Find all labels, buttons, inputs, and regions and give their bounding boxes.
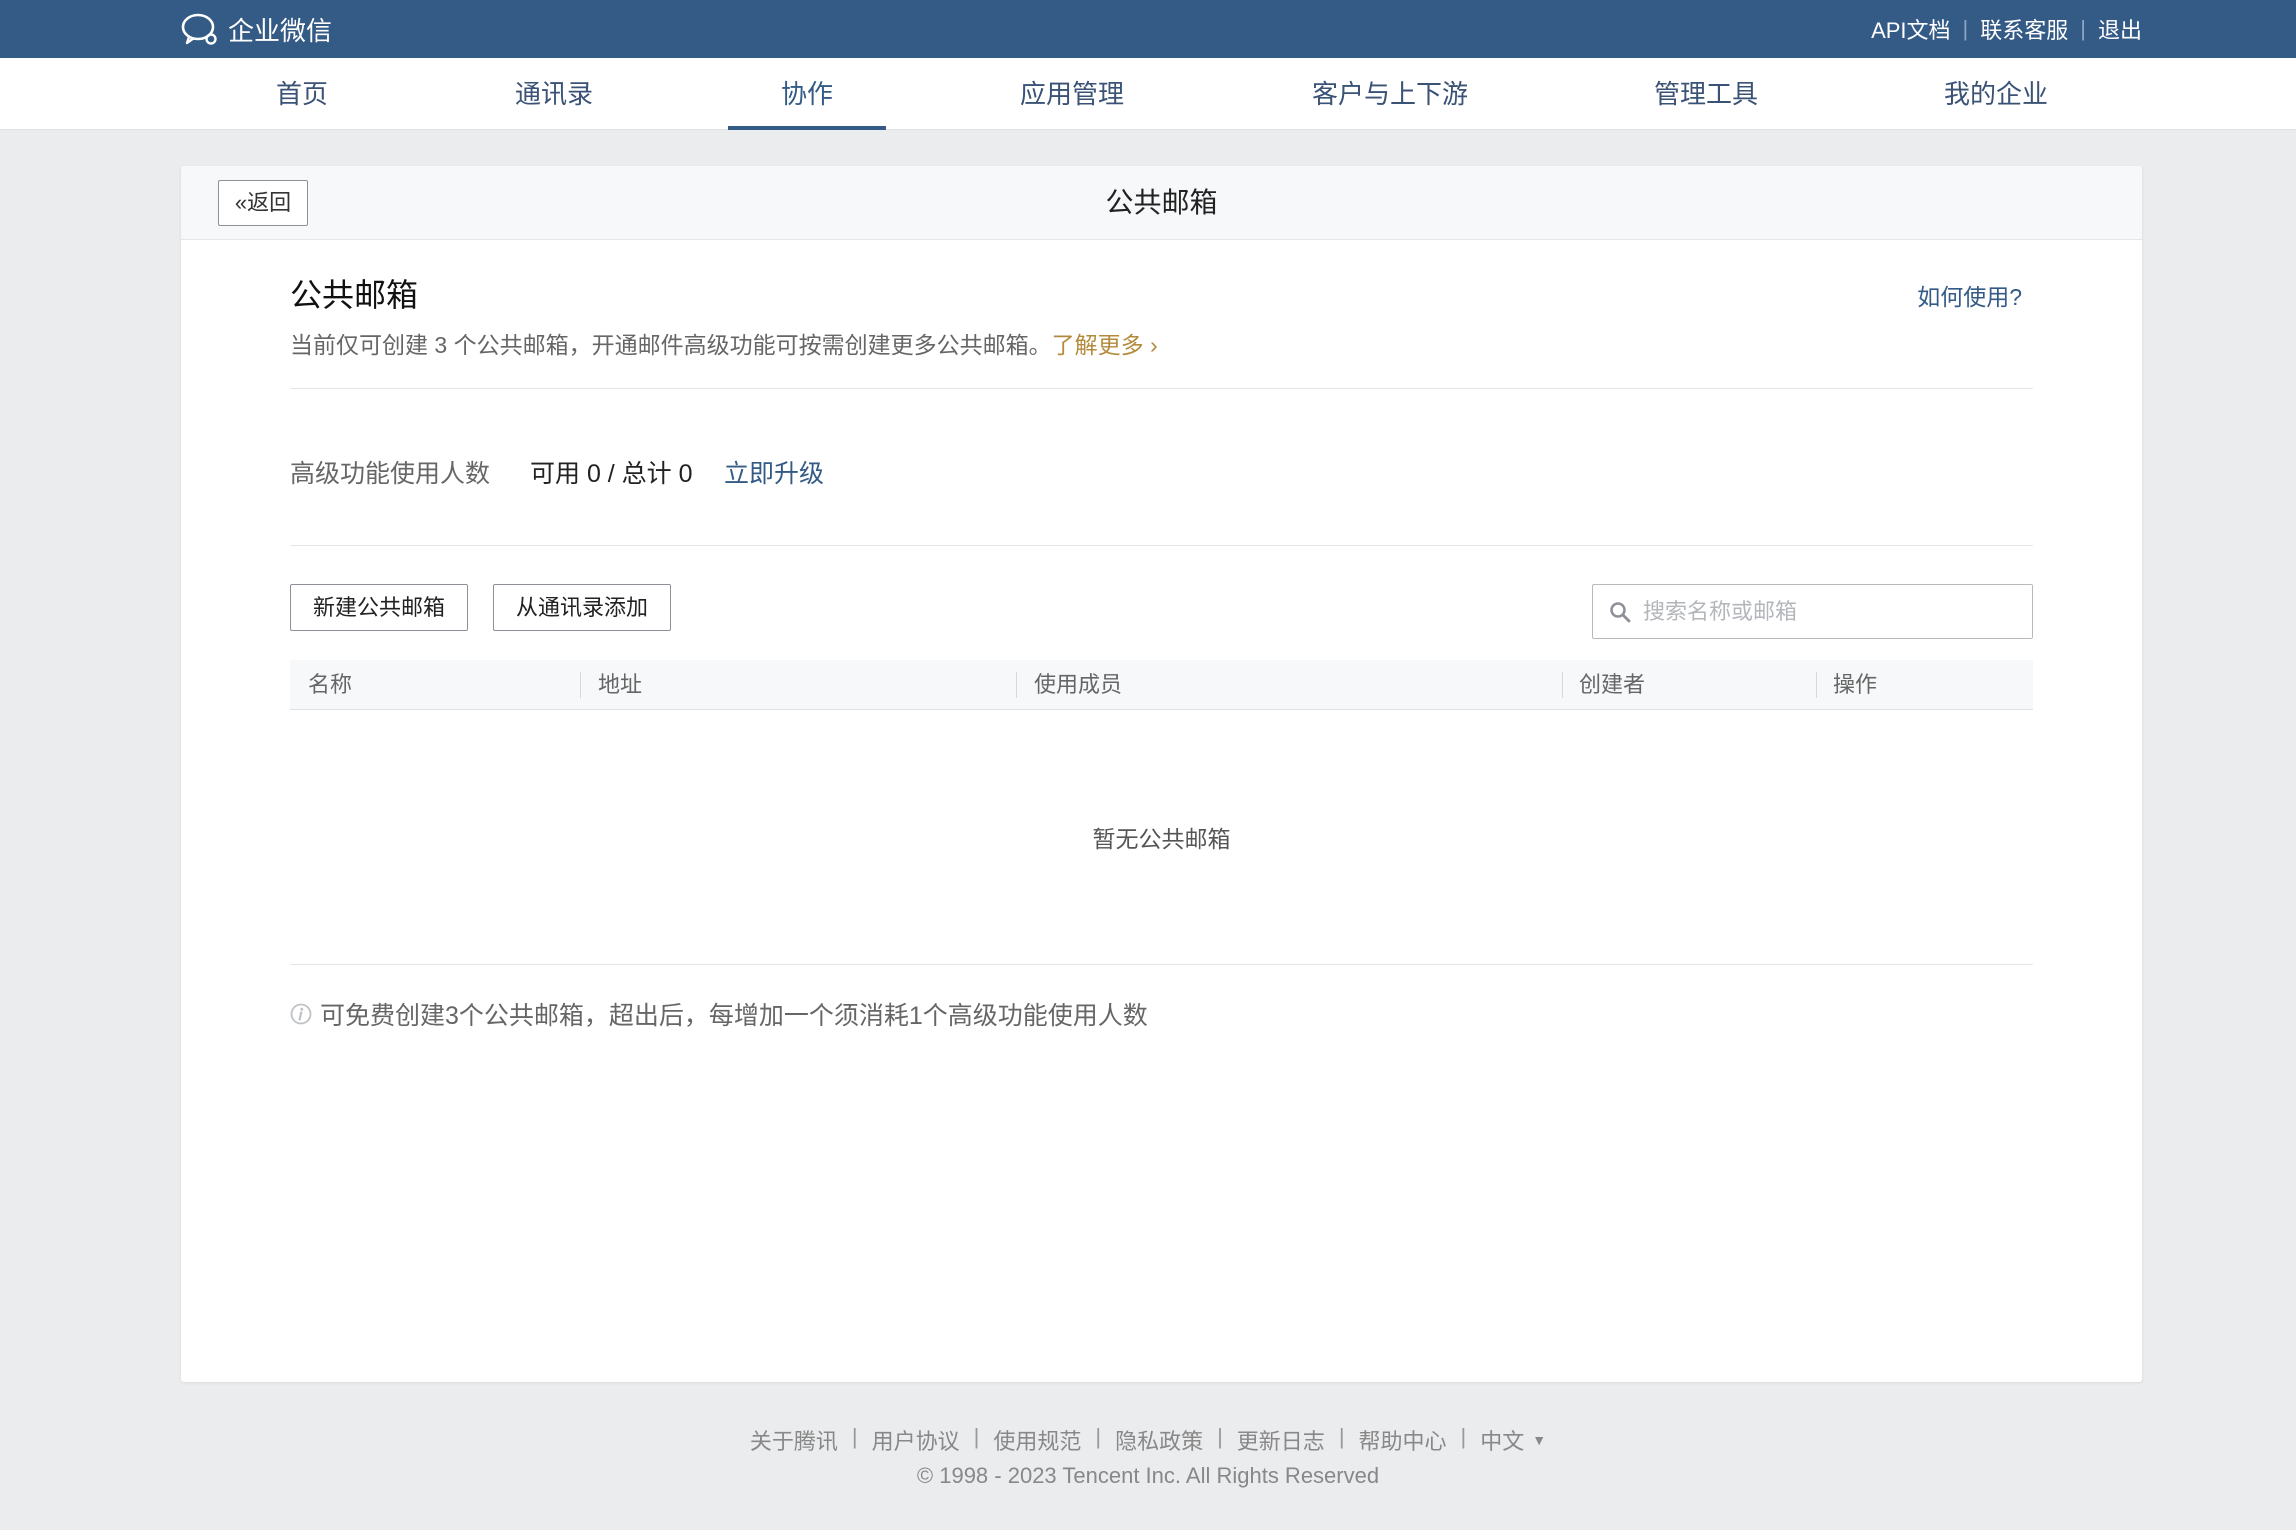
brand[interactable]: 企业微信 <box>180 12 332 46</box>
page-title: 公共邮箱 <box>1105 187 1218 218</box>
separator: | <box>1338 1424 1345 1449</box>
language-selector[interactable]: 中文 ▼ <box>1480 1424 1546 1456</box>
column-separator <box>580 672 581 698</box>
column-separator <box>1816 672 1817 698</box>
search-input[interactable] <box>1643 598 2023 625</box>
divider <box>290 388 2033 389</box>
nav-contacts[interactable]: 通讯录 <box>506 58 602 130</box>
top-bar: 企业微信 API文档 | 联系客服 | 退出 <box>0 0 2296 58</box>
divider <box>290 545 2033 546</box>
quota-label: 高级功能使用人数 <box>290 460 491 488</box>
footer-link-about[interactable]: 关于腾讯 <box>750 1424 838 1456</box>
column-separator <box>1016 672 1017 698</box>
empty-state: 暂无公共邮箱 <box>1092 826 1231 852</box>
nav-admin-tools[interactable]: 管理工具 <box>1646 58 1766 130</box>
footer-link-privacy[interactable]: 隐私政策 <box>1115 1424 1203 1456</box>
free-quota-note: 可免费创建3个公共邮箱，超出后，每增加一个须消耗1个高级功能使用人数 <box>290 996 1148 1032</box>
footer-link-help[interactable]: 帮助中心 <box>1359 1424 1447 1456</box>
section-title: 公共邮箱 <box>290 277 419 313</box>
wecom-logo-icon <box>181 13 217 45</box>
description-text: 当前仅可创建 3 个公共邮箱，开通邮件高级功能可按需创建更多公共邮箱。 <box>290 332 1052 358</box>
description: 当前仅可创建 3 个公共邮箱，开通邮件高级功能可按需创建更多公共邮箱。了解更多 … <box>290 326 1158 360</box>
column-name: 名称 <box>308 672 353 697</box>
column-address: 地址 <box>598 672 643 697</box>
search-box[interactable] <box>1592 584 2033 639</box>
separator: | <box>1217 1424 1223 1449</box>
column-separator <box>1562 672 1563 698</box>
api-docs-link[interactable]: API文档 <box>1871 13 1950 45</box>
footer-link-usage-rules[interactable]: 使用规范 <box>993 1424 1081 1456</box>
table-header: 名称 地址 使用成员 创建者 操作 <box>290 660 2033 710</box>
upgrade-link[interactable]: 立即升级 <box>724 454 824 490</box>
divider <box>290 964 2033 965</box>
language-label: 中文 <box>1480 1429 1525 1454</box>
nav-app-management[interactable]: 应用管理 <box>1012 58 1132 130</box>
quota-value: 可用 0 / 总计 0 <box>530 460 693 488</box>
brand-name: 企业微信 <box>228 15 333 46</box>
separator: | <box>1460 1424 1467 1449</box>
nav-home[interactable]: 首页 <box>262 58 342 130</box>
separator: | <box>1095 1424 1102 1449</box>
card-header: «返回 公共邮箱 <box>181 166 2142 240</box>
how-to-use-link[interactable]: 如何使用? <box>1917 278 2022 312</box>
logout-link[interactable]: 退出 <box>2098 13 2142 45</box>
learn-more-link[interactable]: 了解更多 › <box>1052 332 1158 358</box>
search-icon <box>1610 601 1631 622</box>
footer-link-changelog[interactable]: 更新日志 <box>1237 1424 1325 1456</box>
nav-my-enterprise[interactable]: 我的企业 <box>1936 58 2056 130</box>
add-from-contacts-button[interactable]: 从通讯录添加 <box>493 584 671 631</box>
separator: | <box>2080 16 2086 41</box>
note-text: 可免费创建3个公共邮箱，超出后，每增加一个须消耗1个高级功能使用人数 <box>320 1002 1148 1030</box>
copyright: © 1998 - 2023 Tencent Inc. All Rights Re… <box>916 1463 1380 1488</box>
new-mailbox-button[interactable]: 新建公共邮箱 <box>290 584 468 631</box>
footer-link-user-agreement[interactable]: 用户协议 <box>872 1424 960 1456</box>
caret-down-icon: ▼ <box>1532 1432 1547 1448</box>
chevron-right-icon: › <box>1149 332 1158 358</box>
column-creator: 创建者 <box>1579 672 1646 697</box>
nav-customers[interactable]: 客户与上下游 <box>1300 58 1480 130</box>
nav-collaboration[interactable]: 协作 <box>728 58 886 130</box>
contact-support-link[interactable]: 联系客服 <box>1980 13 2068 45</box>
column-members: 使用成员 <box>1034 672 1123 697</box>
footer-links: 关于腾讯 | 用户协议 | 使用规范 | 隐私政策 | 更新日志 | 帮助中心 … <box>0 1424 2296 1456</box>
main-nav: 首页 通讯录 协作 应用管理 客户与上下游 管理工具 我的企业 <box>0 58 2296 130</box>
content-card: «返回 公共邮箱 公共邮箱 如何使用? 当前仅可创建 3 个公共邮箱，开通邮件高… <box>181 166 2142 1382</box>
separator: | <box>1962 16 1969 41</box>
separator: | <box>851 1424 858 1449</box>
info-icon <box>290 1003 312 1025</box>
top-links: API文档 | 联系客服 | 退出 <box>1871 14 2142 44</box>
column-actions: 操作 <box>1833 672 1878 697</box>
separator: | <box>973 1424 980 1449</box>
